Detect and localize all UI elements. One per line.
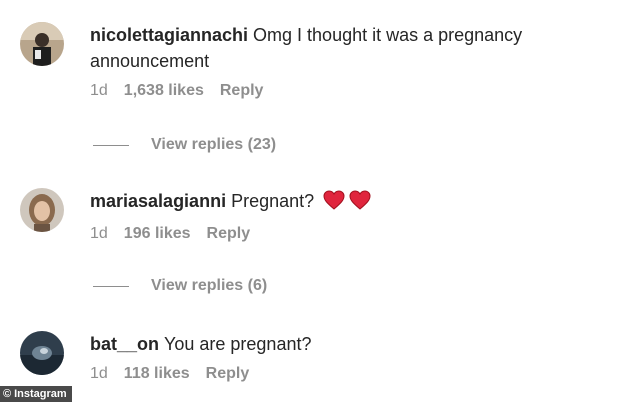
divider-line [93, 144, 129, 146]
username-link[interactable]: mariasalagianni [90, 191, 226, 211]
comment-meta: 1d 118 likes Reply [90, 365, 614, 383]
copyright-icon: © [3, 388, 12, 400]
divider-line [93, 285, 129, 287]
likes-count[interactable]: 196 likes [124, 225, 191, 243]
view-replies-button[interactable]: View replies (6) [93, 277, 267, 295]
comment-text: nicolettagiannachi Omg I thought it was a… [90, 22, 614, 74]
avatar[interactable] [20, 331, 64, 375]
comment-body: Pregnant? [231, 191, 315, 211]
username-link[interactable]: bat__on [90, 334, 159, 354]
comment-time: 1d [90, 225, 108, 242]
reply-button[interactable]: Reply [206, 365, 250, 383]
likes-count[interactable]: 118 likes [124, 365, 190, 383]
view-replies-label: View replies (23) [151, 136, 277, 153]
avatar[interactable] [20, 22, 64, 66]
heart-emoji-icon [323, 190, 345, 217]
comment-text: bat__on You are pregnant? [90, 331, 614, 357]
comment-meta: 1d 196 likes Reply [90, 225, 614, 243]
view-replies-button[interactable]: View replies (23) [93, 136, 276, 154]
comment-meta: 1d 1,638 likes Reply [90, 82, 614, 100]
comment-text: mariasalagianni Pregnant? [90, 188, 614, 217]
reply-button[interactable]: Reply [207, 225, 251, 243]
comments-panel: nicolettagiannachi Omg I thought it was a… [0, 0, 634, 402]
likes-count[interactable]: 1,638 likes [124, 82, 204, 100]
comment-time: 1d [90, 365, 108, 382]
view-replies-label: View replies (6) [151, 277, 268, 294]
instagram-watermark: © Instagram [0, 386, 72, 402]
heart-emoji-icon [349, 190, 371, 217]
reply-button[interactable]: Reply [220, 82, 264, 100]
comment-time: 1d [90, 82, 108, 99]
watermark-label: Instagram [14, 388, 67, 400]
avatar[interactable] [20, 188, 64, 232]
username-link[interactable]: nicolettagiannachi [90, 25, 248, 45]
comment-body: You are pregnant? [164, 334, 312, 354]
